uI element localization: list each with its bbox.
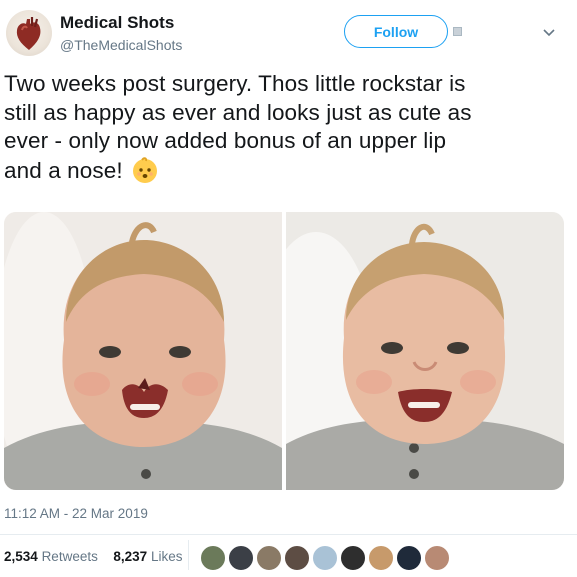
tweet-header: Medical Shots @TheMedicalShots Follow [0, 0, 577, 66]
likes-count[interactable]: 8,237 [113, 549, 147, 564]
tweet-stats: 2,534 Retweets 8,237 Likes [4, 549, 182, 564]
liker-avatar[interactable] [312, 545, 338, 571]
divider [0, 534, 577, 535]
tweet-text: Two weeks post surgery. Thos little rock… [4, 70, 572, 185]
liker-avatar[interactable] [228, 545, 254, 571]
retweets-label[interactable]: Retweets [42, 549, 98, 564]
liker-avatar[interactable] [368, 545, 394, 571]
account-name[interactable]: Medical Shots [60, 13, 174, 33]
anatomical-heart-icon [16, 17, 41, 50]
liker-avatar[interactable] [200, 545, 226, 571]
baby-face-emoji-icon [132, 156, 157, 183]
profile-avatar[interactable] [6, 10, 52, 56]
tweet-timestamp[interactable]: 11:12 AM - 22 Mar 2019 [4, 506, 148, 521]
grid-icon [453, 27, 462, 36]
tweet-media [4, 212, 564, 490]
baby-photo-after-surgery[interactable] [286, 212, 564, 490]
liker-avatar[interactable] [284, 545, 310, 571]
tweet-line-last: and a nose! [4, 156, 572, 186]
tweet-line: still as happy as ever and looks just as… [4, 99, 472, 125]
liker-avatar[interactable] [340, 545, 366, 571]
account-handle[interactable]: @TheMedicalShots [60, 37, 182, 53]
likes-label[interactable]: Likes [151, 549, 183, 564]
retweets-count[interactable]: 2,534 [4, 549, 38, 564]
tweet-line: Two weeks post surgery. Thos little rock… [4, 71, 466, 96]
stats-divider [188, 540, 189, 570]
tweet-line: ever - only now added bonus of an upper … [4, 128, 447, 153]
liker-avatar[interactable] [256, 545, 282, 571]
baby-photo-before-surgery[interactable] [4, 212, 282, 490]
follow-button[interactable]: Follow [344, 15, 448, 48]
liker-avatar[interactable] [396, 545, 422, 571]
tweet-line: and a nose! [4, 157, 123, 183]
baby-photo-before-icon [4, 212, 282, 490]
liker-avatar[interactable] [424, 545, 450, 571]
chevron-down-icon[interactable] [541, 24, 557, 40]
baby-photo-after-icon [286, 212, 564, 490]
